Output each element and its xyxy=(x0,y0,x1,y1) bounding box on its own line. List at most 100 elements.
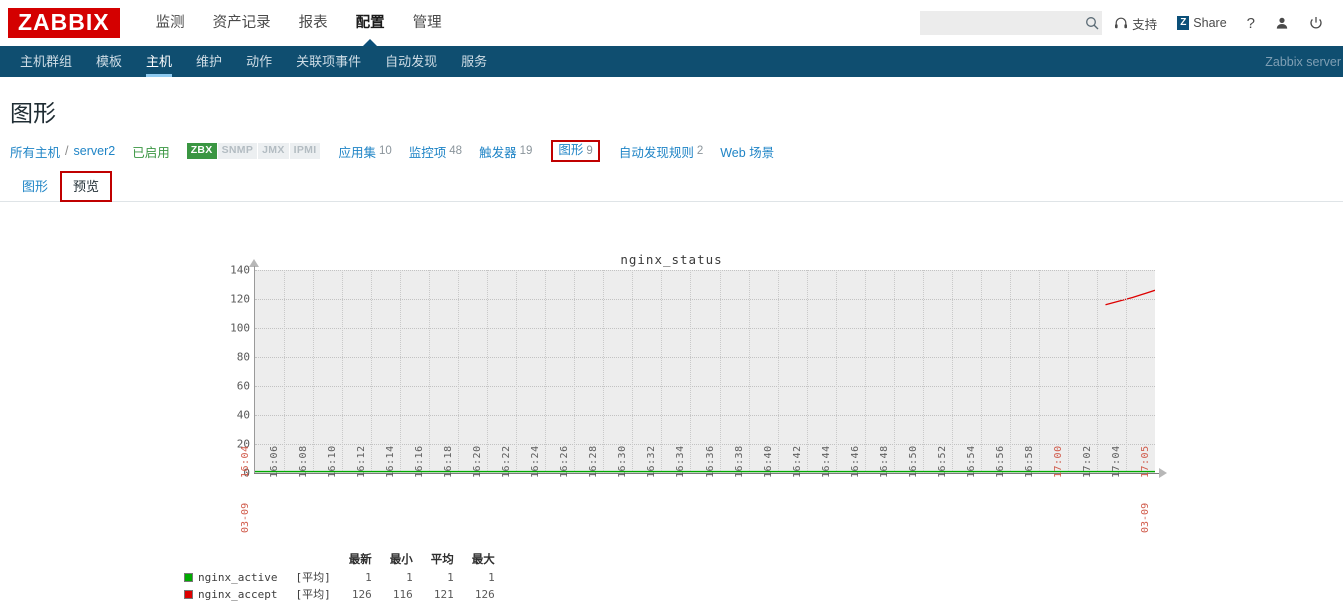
badge-zbx[interactable]: ZBX xyxy=(186,143,217,159)
plot-area xyxy=(255,270,1155,473)
x-axis-tick: 16:12 xyxy=(356,445,368,478)
nav-item-monitoring[interactable]: 监测 xyxy=(142,0,199,46)
legend-header-agg xyxy=(286,551,339,569)
legend-series-name: nginx_active xyxy=(180,569,286,586)
x-axis-tick: 16:58 xyxy=(1023,445,1035,478)
x-axis-tick: 16:06 xyxy=(269,445,281,478)
grid-line-vertical xyxy=(777,270,779,473)
subnav-item-hosts[interactable]: 主机 xyxy=(134,46,184,77)
badge-snmp[interactable]: SNMP xyxy=(217,143,258,159)
nav-item-configuration[interactable]: 配置 xyxy=(342,0,399,46)
x-axis-tick: 17:04 xyxy=(1110,445,1122,478)
subnav-item-services[interactable]: 服务 xyxy=(449,46,499,77)
breadcrumb-discovery-rules[interactable]: 自动发现规则 xyxy=(619,142,694,161)
user-profile-button[interactable] xyxy=(1267,16,1297,30)
legend-avg: 121 xyxy=(433,587,454,601)
grid-line-vertical xyxy=(748,270,750,473)
series-lines xyxy=(255,270,1155,473)
x-axis-tick: 16:18 xyxy=(443,445,455,478)
header-actions: 支持 Z Share ? xyxy=(920,11,1331,35)
legend-row: nginx_accept [平均] 126 116 121 126 xyxy=(180,586,504,603)
breadcrumb-applications[interactable]: 应用集 xyxy=(338,142,376,161)
grid-line-vertical xyxy=(1125,270,1127,473)
server-name-label: Zabbix server xyxy=(1265,54,1341,69)
x-axis-date: 03-09 xyxy=(1140,502,1151,533)
breadcrumb-triggers[interactable]: 触发器 xyxy=(479,142,517,161)
breadcrumb-graphs-highlight[interactable]: 图形 9 xyxy=(551,140,600,162)
grid-line-horizontal xyxy=(255,270,1155,271)
series-line xyxy=(1106,290,1156,305)
grid-line-vertical xyxy=(951,270,953,473)
x-axis-tick: 16:44 xyxy=(820,445,832,478)
x-axis-tick: 16:50 xyxy=(907,445,919,478)
share-link[interactable]: Z Share xyxy=(1169,16,1234,30)
share-icon: Z xyxy=(1177,16,1190,30)
breadcrumb-host-name[interactable]: server2 xyxy=(74,144,116,158)
tab-bar: 图形 预览 xyxy=(0,171,1343,202)
legend-header-avg: 平均 xyxy=(430,554,454,566)
x-axis-tick: 16:10 xyxy=(327,445,339,478)
nav-item-administration[interactable]: 管理 xyxy=(399,0,456,46)
nav-item-reports[interactable]: 报表 xyxy=(285,0,342,46)
support-label: 支持 xyxy=(1132,17,1158,32)
search-icon[interactable] xyxy=(1085,16,1099,30)
nav-item-inventory[interactable]: 资产记录 xyxy=(199,0,285,46)
grid-line-vertical xyxy=(1038,270,1040,473)
legend-aggregation: [平均] xyxy=(295,571,331,584)
grid-line-vertical xyxy=(806,270,808,473)
grid-line-horizontal xyxy=(255,415,1155,416)
breadcrumb-items[interactable]: 监控项 xyxy=(409,142,447,161)
y-axis-tick: 100 xyxy=(230,321,250,335)
grid-line-vertical xyxy=(1009,270,1011,473)
power-icon xyxy=(1309,16,1323,30)
grid-line-vertical xyxy=(835,270,837,473)
host-status-enabled[interactable]: 已启用 xyxy=(132,142,170,161)
sub-navigation: 主机群组 模板 主机 维护 动作 关联项事件 自动发现 服务 Zabbix se… xyxy=(0,46,1343,77)
page-title: 图形 xyxy=(10,100,56,126)
x-axis-tick: 16:56 xyxy=(994,445,1006,478)
logout-button[interactable] xyxy=(1301,16,1331,30)
app-header: ZABBIX 监测 资产记录 报表 配置 管理 支持 Z Share ? xyxy=(0,0,1343,46)
graph-preview-content: nginx_status 0 20 40 60 80 100 120 140 16:04 16:… xyxy=(0,202,1343,601)
count-items: 48 xyxy=(449,145,463,157)
help-link[interactable]: ? xyxy=(1239,15,1263,32)
x-axis-arrow-icon xyxy=(1159,468,1167,478)
x-axis-tick: 16:04 xyxy=(240,445,251,478)
zabbix-logo[interactable]: ZABBIX xyxy=(8,8,120,38)
badge-ipmi[interactable]: IPMI xyxy=(289,143,321,159)
x-axis-tick: 16:24 xyxy=(530,445,542,478)
x-axis-tick: 16:46 xyxy=(849,445,861,478)
question-mark-icon: ? xyxy=(1246,14,1255,32)
subnav-item-templates[interactable]: 模板 xyxy=(84,46,134,77)
x-axis-tick: 16:26 xyxy=(559,445,571,478)
legend-aggregation: [平均] xyxy=(295,588,331,601)
tab-preview[interactable]: 预览 xyxy=(60,171,113,202)
badge-jmx[interactable]: JMX xyxy=(258,143,289,159)
legend-avg: 1 xyxy=(447,570,454,584)
grid-line-vertical xyxy=(342,270,344,473)
x-axis-tick: 16:38 xyxy=(733,445,745,478)
grid-line-vertical xyxy=(603,270,605,473)
search-input[interactable] xyxy=(926,15,1086,31)
x-axis-date: 03-09 xyxy=(240,502,251,533)
legend-max: 1 xyxy=(488,570,495,584)
legend-last: 1 xyxy=(365,570,372,584)
subnav-item-actions[interactable]: 动作 xyxy=(234,46,284,77)
x-axis-tick: 16:42 xyxy=(791,445,803,478)
subnav-item-discovery[interactable]: 自动发现 xyxy=(373,46,449,77)
breadcrumb-graphs[interactable]: 图形 xyxy=(558,143,583,157)
subnav-item-host-groups[interactable]: 主机群组 xyxy=(8,46,84,77)
breadcrumb-all-hosts[interactable]: 所有主机 xyxy=(10,142,60,161)
support-link[interactable]: 支持 xyxy=(1106,14,1165,33)
subnav-item-correlation[interactable]: 关联项事件 xyxy=(284,46,373,77)
x-axis-tick: 17:02 xyxy=(1081,445,1093,478)
breadcrumb-web-scenarios[interactable]: Web 场景 xyxy=(720,142,774,161)
chart-area: nginx_status 0 20 40 60 80 100 120 140 16:04 16:… xyxy=(0,202,1343,601)
search-box[interactable] xyxy=(920,11,1103,35)
tab-graph[interactable]: 图形 xyxy=(10,172,60,201)
grid-line-vertical xyxy=(545,270,547,473)
grid-line-vertical xyxy=(690,270,692,473)
subnav-item-maintenance[interactable]: 维护 xyxy=(184,46,234,77)
legend-color-swatch xyxy=(184,572,193,582)
y-axis-tick: 80 xyxy=(236,350,250,364)
